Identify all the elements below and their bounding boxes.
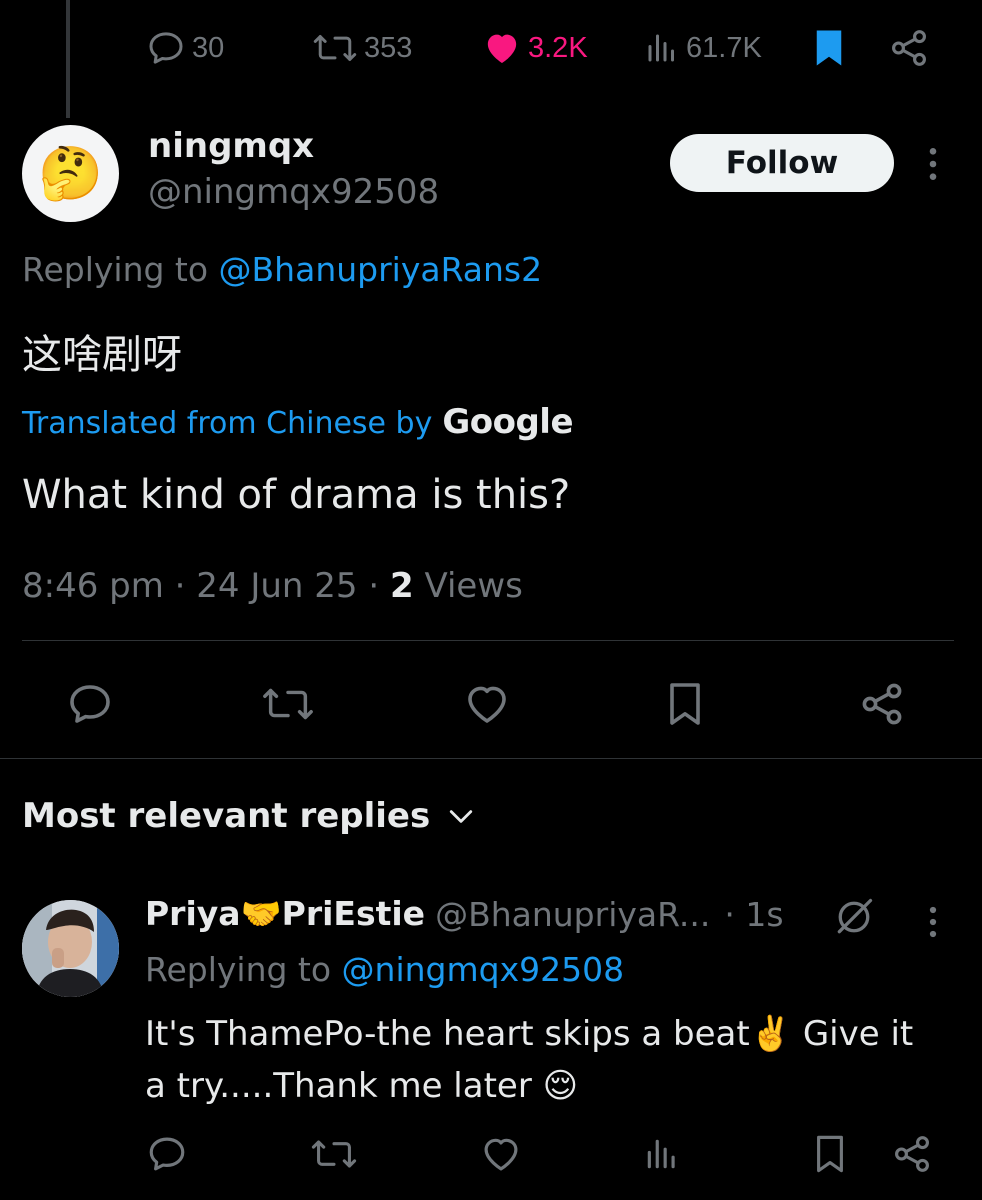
mute-icon (837, 898, 873, 934)
parent-views-count: 61.7K (686, 31, 762, 64)
replying-prefix: Replying to (22, 250, 219, 289)
more-icon (929, 148, 937, 180)
post-original-text: 这啥剧呀 (22, 332, 182, 378)
repost-icon (313, 35, 357, 61)
reply-replying-to-link[interactable]: @ningmqx92508 (342, 950, 625, 989)
reply-author-display-name[interactable]: Priya🤝PriEstie (145, 894, 425, 934)
post-author-handle[interactable]: @ningmqx92508 (148, 172, 439, 212)
post-metadata: 8:46 pm · 24 Jun 25 · 2 Views (22, 566, 523, 606)
post-bookmark-button[interactable] (657, 676, 713, 732)
parent-like-stat[interactable]: 3.2K (482, 24, 588, 72)
thread-connector-line (66, 0, 70, 118)
reply-text-line-1: It's ThamePo-the heart skips a beat✌️ Gi… (145, 1014, 914, 1054)
reply-icon (149, 32, 183, 64)
parent-repost-count: 353 (364, 31, 413, 64)
post-views-label: Views (413, 566, 523, 606)
share-icon (862, 683, 902, 725)
thinking-face-emoji: 🤔 (38, 144, 103, 204)
bookmark-icon (670, 683, 700, 725)
heart-icon (468, 686, 506, 723)
section-divider (0, 758, 982, 759)
reply-icon (70, 685, 110, 723)
parent-bookmark-button[interactable] (810, 24, 848, 72)
reply-like-button[interactable] (477, 1130, 525, 1178)
repost-icon (311, 1140, 357, 1168)
follow-button[interactable]: Follow (670, 134, 894, 192)
reply-replying-prefix: Replying to (145, 950, 342, 989)
views-icon (648, 34, 674, 62)
post-views-count: 2 (389, 566, 414, 606)
reply-repost-button[interactable] (310, 1130, 358, 1178)
google-logo-text: Google (442, 402, 574, 442)
reply-timestamp[interactable]: · 1s (724, 895, 783, 934)
parent-views-stat[interactable]: 61.7K (644, 24, 762, 72)
post-author-avatar[interactable]: 🤔 (22, 125, 119, 222)
reply-author-handle[interactable]: @BhanupriyaR... (435, 895, 710, 934)
replying-to-link[interactable]: @BhanupriyaRans2 (219, 250, 543, 289)
reply-reply-button[interactable] (143, 1130, 191, 1178)
reply-text: It's ThamePo-the heart skips a beat✌️ Gi… (145, 1008, 965, 1112)
views-icon (647, 1139, 675, 1169)
more-icon (929, 906, 937, 938)
reply-replying-to: Replying to @ningmqx92508 (145, 950, 624, 989)
heart-icon (484, 1138, 518, 1171)
share-icon (892, 30, 926, 66)
post-reply-button[interactable] (62, 676, 118, 732)
parent-share-button[interactable] (888, 24, 930, 72)
reply-more-button[interactable] (918, 904, 948, 940)
reply-share-button[interactable] (888, 1130, 936, 1178)
repost-icon (263, 688, 313, 720)
reply-author-avatar[interactable] (22, 900, 119, 997)
profile-photo (22, 900, 119, 997)
reply-icon (149, 1137, 185, 1171)
reply-muted-indicator (832, 895, 876, 939)
reply-views-button[interactable] (638, 1130, 686, 1178)
translated-from-label[interactable]: Translated from Chinese by (22, 406, 432, 441)
post-author-display-name[interactable]: ningmqx (148, 126, 314, 166)
reply-text-line-2: a try.....Thank me later 😌 (145, 1066, 579, 1106)
divider (22, 640, 954, 641)
post-timestamp[interactable]: 8:46 pm · 24 Jun 25 · (22, 566, 390, 606)
parent-repost-stat[interactable]: 353 (312, 24, 412, 72)
post-repost-button[interactable] (260, 676, 316, 732)
parent-like-count: 3.2K (528, 31, 588, 64)
bookmark-icon (817, 1135, 843, 1173)
post-replying-to: Replying to @BhanupriyaRans2 (22, 250, 542, 289)
parent-reply-count: 30 (192, 31, 225, 64)
chevron-down-icon (450, 810, 473, 823)
translation-attribution[interactable]: Translated from Chinese by Google (22, 402, 574, 442)
post-share-button[interactable] (854, 676, 910, 732)
reply-header: Priya🤝PriEstie @BhanupriyaR... · 1s (145, 894, 784, 934)
replies-sort-label: Most relevant replies (22, 796, 431, 836)
replies-sort-dropdown[interactable]: Most relevant replies (22, 796, 474, 836)
post-like-button[interactable] (459, 676, 515, 732)
reply-bookmark-button[interactable] (806, 1130, 854, 1178)
parent-reply-stat[interactable]: 30 (146, 24, 224, 72)
post-more-button[interactable] (918, 145, 948, 183)
share-icon (895, 1136, 929, 1172)
heart-icon (487, 34, 517, 63)
bookmark-icon (816, 30, 842, 66)
post-translated-text: What kind of drama is this? (22, 472, 571, 518)
